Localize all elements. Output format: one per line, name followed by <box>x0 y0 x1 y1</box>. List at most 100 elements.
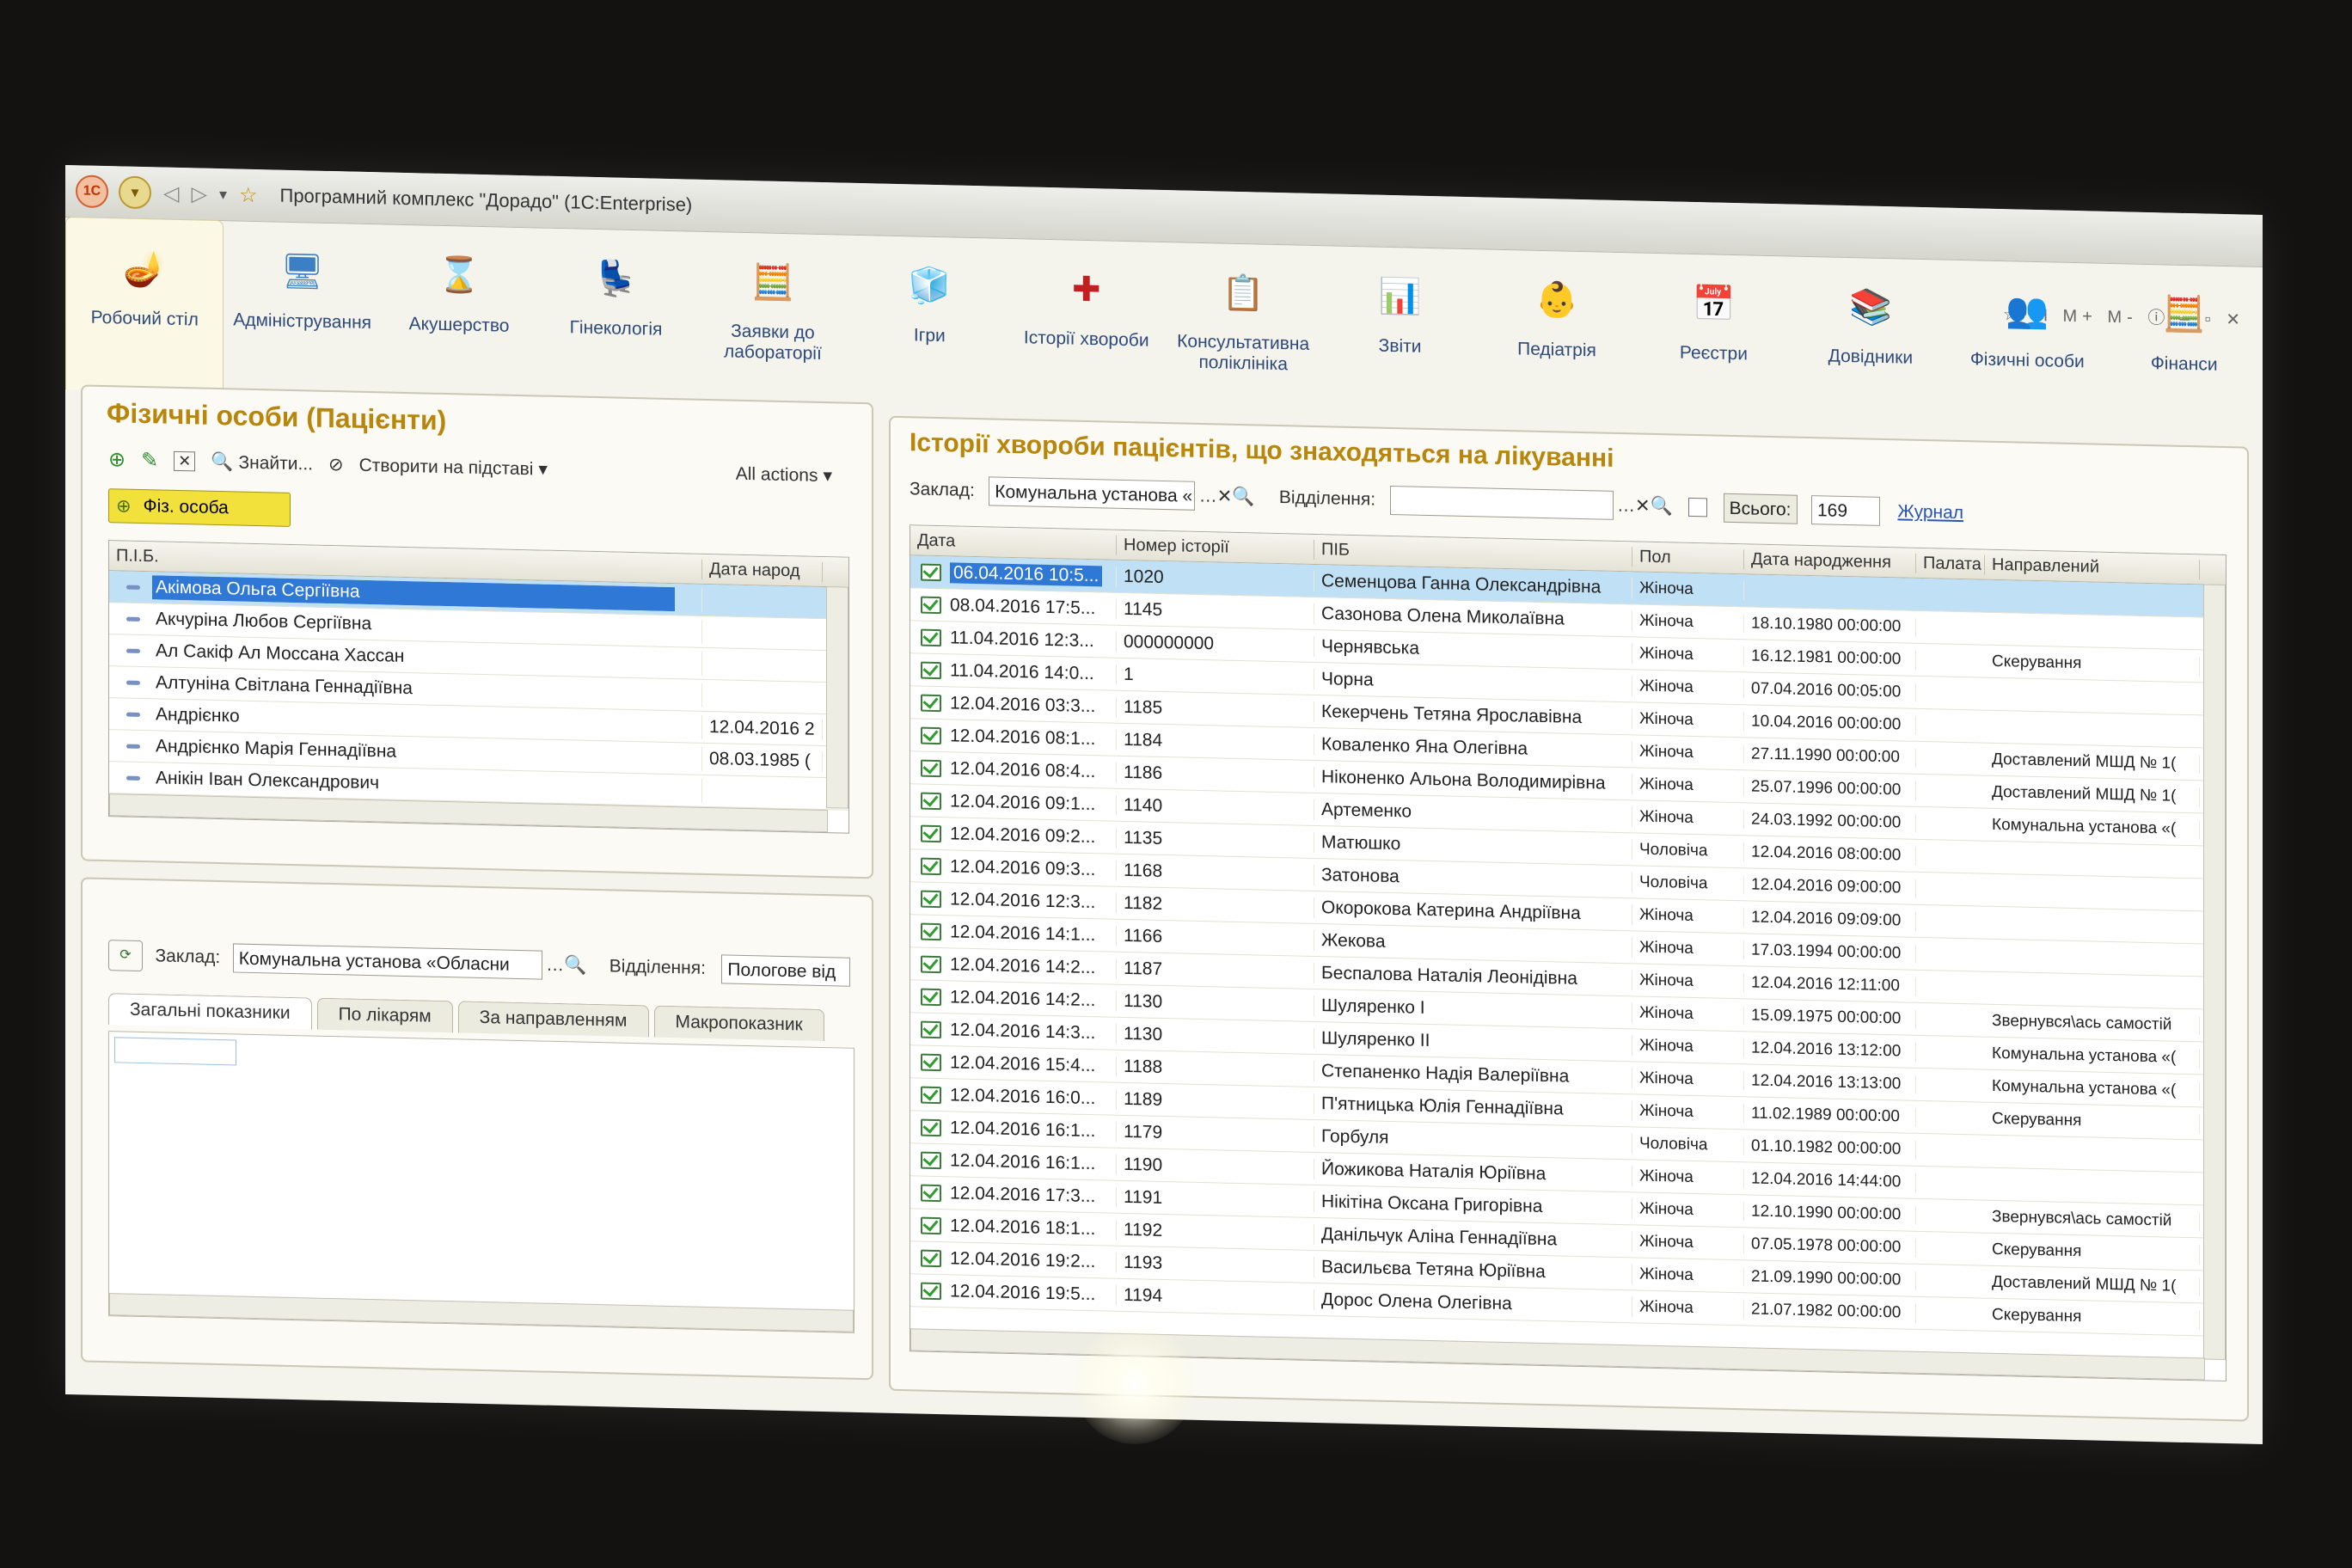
find-button[interactable]: 🔍 Знайти... <box>211 451 313 475</box>
history-dir-cell: Доставлений МШД № 1( <box>1985 782 2200 806</box>
ribbon-item-label: Адміністрування <box>233 309 372 334</box>
column-header-name[interactable]: ПІБ <box>1314 539 1632 567</box>
patient-birthdate-cell <box>702 599 823 603</box>
add-icon[interactable]: ⊕ <box>108 447 126 472</box>
history-date-cell: 12.04.2016 08:4... <box>910 756 1117 783</box>
history-birth-cell: 21.07.1982 00:00:00 <box>1744 1299 1916 1323</box>
history-num-cell: 1130 <box>1117 990 1314 1016</box>
filter-checkbox[interactable] <box>1688 497 1708 518</box>
history-name-cell: Окорокова Катерина Андріївна <box>1314 897 1632 925</box>
column-header-sex[interactable]: Пол <box>1632 546 1744 569</box>
ribbon-item-4[interactable]: 🧮 Заявки до лабораторії <box>695 231 851 365</box>
history-sex-cell: Жіноча <box>1632 708 1744 731</box>
ribbon-item-3[interactable]: 💺 Гінекологія <box>537 227 694 340</box>
history-num-cell: 1020 <box>1117 566 1314 591</box>
ribbon-item-10[interactable]: 📅 Реєстри <box>1635 252 1792 365</box>
column-header-date[interactable]: Дата <box>910 530 1117 555</box>
history-date-cell: 12.04.2016 18:1... <box>910 1214 1117 1240</box>
history-dir-cell <box>1985 596 2200 601</box>
history-date-cell: 12.04.2016 19:5... <box>910 1279 1117 1306</box>
statistics-cell[interactable] <box>114 1037 236 1066</box>
abacus-icon: 🧮 <box>2162 295 2206 334</box>
favorites-star-icon[interactable]: ☆ <box>239 182 258 207</box>
histories-vertical-scrollbar[interactable] <box>2203 584 2226 1361</box>
history-date: 12.04.2016 08:4... <box>950 757 1096 781</box>
history-ward-cell <box>1916 921 1985 923</box>
ribbon-item-7[interactable]: 📋 Консультативна поліклініка <box>1165 242 1321 376</box>
institution-select-icon[interactable]: …🔍 <box>546 955 586 976</box>
refresh-icon[interactable]: ⟳ <box>108 940 143 972</box>
statistics-content <box>108 1031 854 1333</box>
patient-birthdate-cell <box>702 663 823 666</box>
ribbon-item-0[interactable]: 🪔 Робочий стіл <box>65 217 224 394</box>
department-field[interactable]: Пологове від <box>721 954 851 987</box>
tab-3[interactable]: Макропоказник <box>653 1005 824 1042</box>
tab-2[interactable]: За направленням <box>457 1001 649 1038</box>
ribbon-item-6[interactable]: ✚ Історії хвороби <box>1008 238 1165 352</box>
record-check-icon <box>921 596 941 615</box>
history-dir-cell: Доставлений МШД № 1( <box>1985 1272 2200 1296</box>
department-clear-icon[interactable]: …✕🔍 <box>1617 495 1673 516</box>
statistics-horizontal-scrollbar[interactable] <box>109 1293 854 1332</box>
history-ward-cell <box>1916 888 1985 891</box>
institution-field[interactable]: Комунальна установа «Обласни <box>232 943 542 980</box>
ribbon-item-8[interactable]: 📊 Звіти <box>1321 245 1478 358</box>
app-logo-icon[interactable]: 1C <box>76 175 108 209</box>
history-date-cell: 12.04.2016 08:1... <box>910 724 1117 750</box>
history-date-cell: 12.04.2016 12:3... <box>910 887 1117 914</box>
patient-birthdate-cell: 08.03.1985 ( <box>702 748 823 772</box>
history-sex-cell: Чоловіча <box>1632 839 1744 861</box>
record-marker-icon <box>126 775 140 781</box>
window-title: Програмний комплекс "Дорадо" (1С:Enterpr… <box>279 184 693 216</box>
history-date-cell: 12.04.2016 14:2... <box>910 985 1117 1012</box>
cube-icon: 🧊 <box>908 266 952 306</box>
history-date-cell: 12.04.2016 16:1... <box>910 1148 1117 1175</box>
history-ward-cell <box>1916 627 1985 629</box>
tab-1[interactable]: По лікарям <box>316 997 453 1033</box>
ribbon-item-label: Звіти <box>1378 335 1422 357</box>
edit-pencil-icon[interactable]: ✎ <box>141 448 158 473</box>
history-name-cell: Жекова <box>1314 929 1632 958</box>
record-check-icon <box>921 661 941 680</box>
history-date: 12.04.2016 16:0... <box>950 1084 1096 1108</box>
all-actions-button[interactable]: All actions ▾ <box>736 463 832 487</box>
history-date: 12.04.2016 14:3... <box>950 1019 1096 1043</box>
forward-arrow-icon[interactable]: ▷ <box>191 181 206 206</box>
ribbon-item-2[interactable]: ⌛ Акушерство <box>381 224 537 337</box>
ribbon-item-12[interactable]: 👥 Фізичні особи <box>1949 260 2105 373</box>
ribbon-item-9[interactable]: 👶 Педіатрія <box>1479 248 1635 362</box>
books-icon: 📚 <box>1848 288 1892 328</box>
menu-dropdown-icon[interactable]: ▾ <box>119 175 151 210</box>
history-birth-cell: 01.10.1982 00:00:00 <box>1744 1136 1916 1160</box>
history-birth-cell: 12.04.2016 13:13:00 <box>1744 1070 1916 1094</box>
history-date: 08.04.2016 17:5... <box>950 594 1096 618</box>
desk-lamp-icon: 🪔 <box>123 249 167 289</box>
patients-vertical-scrollbar[interactable] <box>826 586 848 809</box>
create-based-button[interactable]: Створити на підставі ▾ <box>359 455 548 481</box>
chevron-down-icon: ▾ <box>538 459 548 480</box>
new-person-button[interactable]: ⊕ Фіз. особа <box>108 488 291 527</box>
ribbon-item-13[interactable]: 🧮 Фінанси <box>2105 263 2262 377</box>
ribbon-item-5[interactable]: 🧊 Ігри <box>851 235 1008 348</box>
institution-clear-icon[interactable]: …✕🔍 <box>1199 486 1255 506</box>
history-dropdown-icon[interactable]: ▾ <box>219 186 227 204</box>
institution-field[interactable]: Комунальна установа « <box>989 476 1196 511</box>
column-header-birth[interactable]: Дата народження <box>1744 548 1916 573</box>
delete-icon[interactable]: ✕ <box>174 450 196 472</box>
record-check-icon <box>921 890 941 909</box>
column-header-birthdate[interactable]: Дата народ <box>702 559 823 582</box>
history-name-cell: Сазонова Олена Миколаївна <box>1314 603 1632 631</box>
ribbon-item-1[interactable]: 🖥 Адміністрування <box>224 220 380 334</box>
column-header-ward[interactable]: Палата <box>1916 553 1985 575</box>
history-birth-cell: 16.12.1981 00:00:00 <box>1744 646 1916 670</box>
journal-link[interactable]: Журнал <box>1897 501 1963 523</box>
ribbon-item-11[interactable]: 📚 Довідники <box>1792 256 1949 370</box>
clear-search-icon[interactable]: ⊘ <box>328 454 344 475</box>
back-arrow-icon[interactable]: ◁ <box>163 181 179 205</box>
history-num-cell: 1194 <box>1117 1284 1314 1310</box>
history-dir-cell <box>1985 694 2200 699</box>
tab-0[interactable]: Загальні показники <box>108 993 312 1030</box>
column-header-num[interactable]: Номер історії <box>1117 535 1314 560</box>
department-field[interactable] <box>1389 485 1614 520</box>
column-header-dir[interactable]: Направлений <box>1985 554 2200 579</box>
